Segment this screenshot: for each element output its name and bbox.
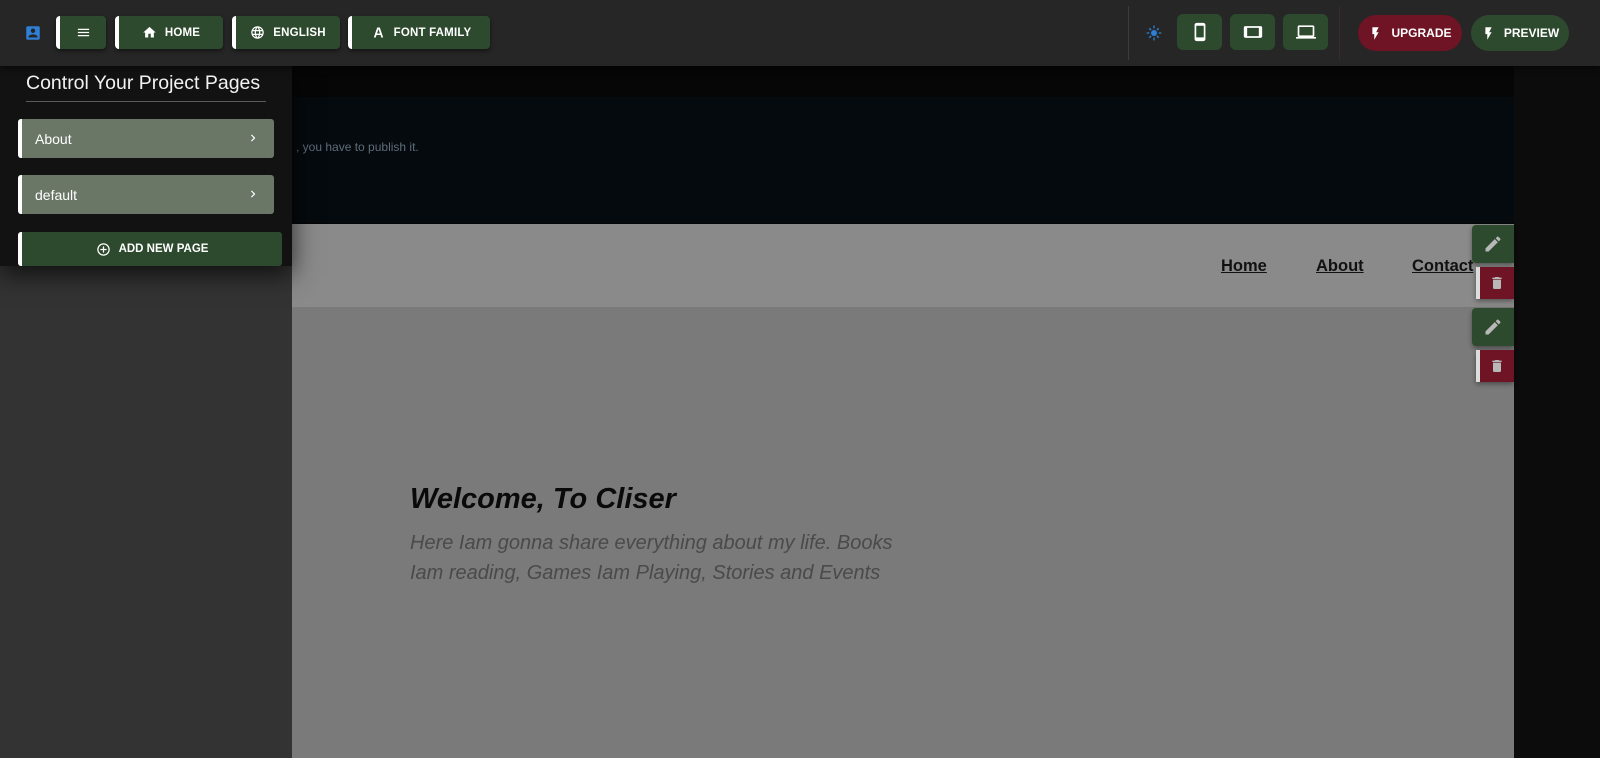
globe-icon	[251, 26, 264, 39]
delete-hero-button[interactable]	[1476, 350, 1514, 382]
add-new-page-button[interactable]: ADD NEW PAGE	[18, 232, 282, 266]
tablet-icon	[1243, 26, 1262, 38]
top-toolbar: HOME ENGLISH FONT FAMILY UPGRADE PREVIEW	[0, 0, 1600, 66]
chevron-right-icon	[246, 131, 260, 145]
toolbar-divider	[1339, 6, 1340, 60]
upgrade-button[interactable]: UPGRADE	[1358, 15, 1462, 51]
language-button[interactable]: ENGLISH	[232, 16, 340, 49]
home-button[interactable]: HOME	[115, 16, 223, 49]
laptop-icon	[1295, 25, 1316, 39]
edit-hero-button[interactable]	[1472, 308, 1514, 346]
menu-button[interactable]	[56, 16, 106, 49]
nav-link-home[interactable]: Home	[1221, 257, 1267, 276]
pages-panel: Control Your Project Pages About default…	[0, 66, 292, 266]
desktop-view-button[interactable]	[1283, 14, 1328, 50]
panel-backdrop[interactable]	[0, 266, 292, 758]
hero-subtitle: Here Iam gonna share everything about my…	[410, 532, 893, 584]
pencil-icon	[1485, 236, 1501, 252]
delete-navbar-button[interactable]	[1476, 267, 1514, 299]
publish-notice-text: , you have to publish it.	[296, 140, 419, 154]
home-button-label: HOME	[164, 26, 201, 39]
hero-title: Welcome, To Cliser	[410, 483, 676, 515]
toolbar-divider	[1128, 6, 1129, 60]
nav-link-contact[interactable]: Contact	[1412, 257, 1473, 276]
upgrade-button-label: UPGRADE	[1391, 26, 1452, 40]
mobile-view-button[interactable]	[1177, 14, 1222, 50]
tablet-view-button[interactable]	[1230, 14, 1275, 50]
page-item-default[interactable]: default	[18, 175, 274, 214]
preview-button[interactable]: PREVIEW	[1471, 15, 1569, 51]
chevron-right-icon	[246, 187, 260, 201]
edit-navbar-button[interactable]	[1472, 225, 1514, 263]
phone-icon	[1194, 22, 1205, 42]
font-family-button[interactable]: FONT FAMILY	[348, 16, 490, 49]
preview-button-label: PREVIEW	[1503, 26, 1560, 40]
font-family-button-label: FONT FAMILY	[393, 26, 472, 39]
theme-toggle-sun-icon[interactable]	[1146, 25, 1162, 41]
panel-title: Control Your Project Pages	[26, 72, 261, 94]
page-item-label: default	[35, 186, 78, 203]
lightning-icon	[1485, 26, 1492, 40]
trash-icon	[1492, 360, 1502, 372]
panel-divider	[26, 101, 266, 102]
account-icon[interactable]	[24, 24, 42, 42]
home-icon	[143, 26, 156, 38]
lightning-icon	[1372, 26, 1380, 40]
pencil-icon	[1485, 319, 1501, 335]
page-item-label: About	[35, 130, 72, 147]
trash-icon	[1492, 277, 1502, 289]
page-item-about[interactable]: About	[18, 119, 274, 158]
add-circle-icon	[96, 242, 110, 256]
add-new-page-label: ADD NEW PAGE	[118, 243, 209, 255]
nav-link-about[interactable]: About	[1316, 257, 1364, 276]
font-icon	[373, 27, 383, 38]
language-button-label: ENGLISH	[273, 26, 326, 39]
hamburger-menu-icon	[77, 28, 89, 37]
